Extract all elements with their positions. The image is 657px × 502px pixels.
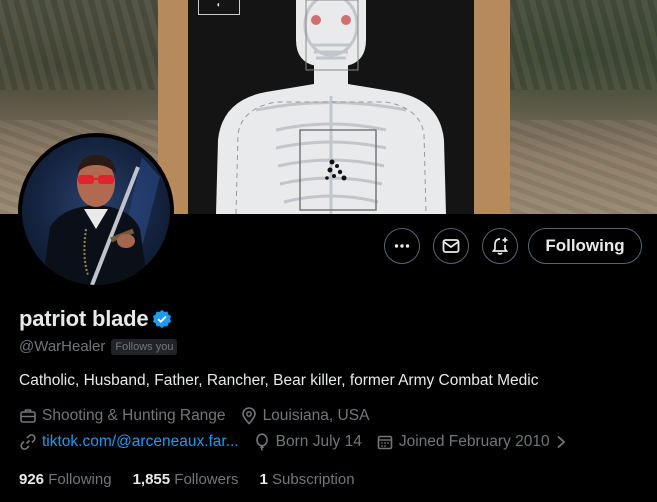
subscription-label: Subscription (272, 471, 355, 488)
following-count: 926 (19, 471, 49, 488)
follow-stats: 926 Following 1,855 Followers 1 Subscrip… (19, 471, 376, 488)
briefcase-icon (20, 409, 36, 423)
following-stat[interactable]: 926 Following (19, 471, 112, 488)
profile-name-row: patriot blade (19, 306, 172, 332)
link-icon (20, 434, 36, 450)
profile-meta-row-2: tiktok.com/@arceneaux.far... Born July 1… (19, 433, 587, 451)
followers-label: Followers (174, 471, 239, 488)
avatar[interactable] (18, 133, 174, 289)
follows-you-badge: Follows you (111, 338, 178, 355)
notification-bell-icon (491, 237, 509, 255)
display-name: patriot blade (19, 306, 149, 331)
subscription-count: 1 (259, 471, 272, 488)
category-text: Shooting & Hunting Range (42, 407, 226, 424)
location-text: Louisiana, USA (262, 407, 370, 424)
chevron-right-icon[interactable] (554, 434, 568, 450)
followers-stat[interactable]: 1,855 Followers (133, 471, 239, 488)
website[interactable]: tiktok.com/@arceneaux.far... (19, 433, 239, 451)
message-icon (442, 239, 460, 253)
location: Louisiana, USA (240, 407, 370, 425)
following-button[interactable]: Following (528, 228, 642, 264)
followers-count: 1,855 (132, 471, 175, 488)
message-button[interactable] (433, 228, 469, 264)
handle-row: @WarHealer Follows you (19, 338, 178, 355)
location-pin-icon (241, 407, 256, 425)
professional-category: Shooting & Hunting Range (19, 407, 226, 425)
birthday-text: Born July 14 (275, 433, 362, 450)
birthday: Born July 14 (253, 433, 362, 451)
verified-badge-icon[interactable] (152, 309, 172, 329)
calendar-icon (377, 435, 393, 450)
handle: @WarHealer (19, 338, 106, 355)
notifications-button[interactable] (482, 228, 518, 264)
more-options-button[interactable] (384, 228, 420, 264)
avatar-image (22, 137, 170, 285)
profile-meta-row-1: Shooting & Hunting Range Louisiana, USA (19, 407, 383, 425)
website-link[interactable]: tiktok.com/@arceneaux.far... (42, 433, 239, 451)
join-date[interactable]: Joined February 2010 (376, 433, 573, 451)
subscription-stat[interactable]: 1 Subscription (259, 471, 354, 488)
bullet-holes (325, 159, 347, 181)
bio: Catholic, Husband, Father, Rancher, Bear… (19, 372, 539, 389)
more-icon (394, 244, 410, 248)
birthday-balloon-icon (255, 433, 268, 451)
joined-text: Joined February 2010 (398, 433, 550, 450)
following-label: Following (48, 471, 112, 488)
